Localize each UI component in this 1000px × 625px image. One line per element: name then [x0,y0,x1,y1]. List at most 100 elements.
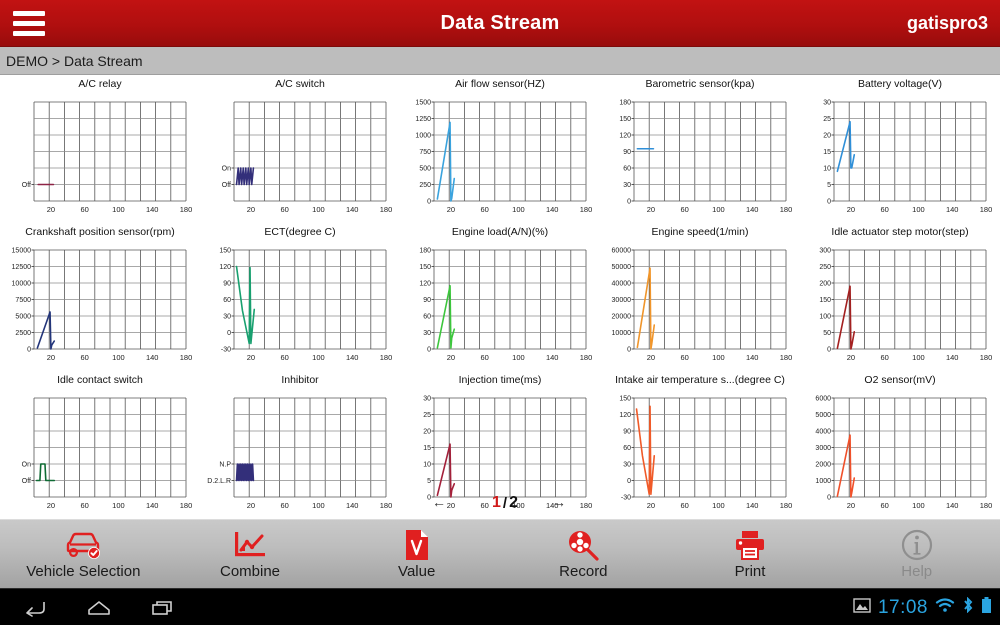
svg-text:90: 90 [423,297,431,304]
chart-cell[interactable]: ECT(degree C) -30 0 30 60 90 120 150 20 60 100 140 1… [200,223,400,371]
svg-text:7500: 7500 [15,297,31,304]
chart-cell[interactable]: Engine load(A/N)(%) 0 30 60 90 120 150 180 20 60 1… [400,223,600,371]
chart-plot: Off 20 60 100 140 180 [0,94,200,223]
chart-title: Battery voltage(V) [857,78,943,90]
svg-text:10: 10 [423,462,431,469]
chart-title: ECT(degree C) [264,226,336,238]
next-page-arrow[interactable]: → [552,494,566,510]
chart-title: Air flow sensor(HZ) [455,78,545,90]
chart-title: Engine speed(1/min) [651,226,749,238]
chart-cell[interactable]: A/C switch On Off 20 60 100 140 180 [200,75,400,223]
chart-cell[interactable]: O2 sensor(mV) 0 1000 2000 3000 4000 5000 6000 20… [800,371,1000,519]
svg-text:100: 100 [712,205,725,214]
svg-text:60: 60 [80,353,88,362]
toolbar-button-label: Vehicle Selection [26,563,141,580]
svg-text:10000: 10000 [612,330,632,337]
svg-text:100: 100 [312,205,325,214]
svg-text:0: 0 [27,347,31,354]
toolbar-button-combine[interactable]: Combine [167,520,334,588]
svg-text:60: 60 [80,205,88,214]
chart-cell[interactable]: Battery voltage(V) 0 5 10 15 20 25 30 20 60 100 140… [800,75,1000,223]
svg-text:180: 180 [780,353,793,362]
breadcrumb[interactable]: DEMO > Data Stream [0,47,1000,75]
svg-text:5: 5 [827,182,831,189]
svg-text:60: 60 [680,353,688,362]
chart-title: Intake air temperature s...(degree C) [615,374,785,386]
svg-text:200: 200 [819,281,831,288]
svg-text:20: 20 [647,501,655,510]
record-reel-search-icon [566,528,600,562]
svg-text:5: 5 [427,478,431,485]
svg-text:60000: 60000 [612,248,632,255]
svg-text:140: 140 [946,205,959,214]
svg-text:10000: 10000 [12,281,32,288]
svg-text:120: 120 [419,281,431,288]
svg-text:0: 0 [427,347,431,354]
chart-cell[interactable]: Engine speed(1/min) 0 10000 20000 30000 40000… [600,223,800,371]
svg-text:180: 180 [619,100,631,107]
prev-page-arrow[interactable]: ← [432,494,446,510]
svg-text:60: 60 [280,353,288,362]
toolbar-button-value[interactable]: Value [333,520,500,588]
chart-title: Crankshaft position sensor(rpm) [25,226,175,238]
image-icon [853,597,871,618]
svg-text:5000: 5000 [15,314,31,321]
chart-plot: -30 0 30 60 90 120 150 20 60 100 140 180 [200,242,400,371]
chart-plot: 0 10000 20000 30000 40000 50000 60000 20 60 100 14… [600,242,800,371]
svg-text:20000: 20000 [612,314,632,321]
battery-icon [981,596,992,619]
chart-cell[interactable]: Intake air temperature s...(degree C) -30… [600,371,800,519]
chart-cell[interactable]: Inhibitor N.P D.2.L.R 20 60 100 140 180 [200,371,400,519]
chart-cell[interactable]: Barometric sensor(kpa) 0 30 60 90 120 150 180 20… [600,75,800,223]
toolbar-button-label: Help [901,563,933,580]
toolbar-button-print[interactable]: Print [667,520,834,588]
svg-text:20: 20 [247,205,255,214]
svg-text:150: 150 [619,116,631,123]
chart-cell[interactable]: Crankshaft position sensor(rpm) 0 2500 5000… [0,223,200,371]
svg-text:150: 150 [419,264,431,271]
svg-text:Off: Off [22,182,31,189]
chart-cell[interactable]: A/C relay Off 20 60 100 140 180 [0,75,200,223]
chart-cell[interactable]: Air flow sensor(HZ) 0 250 500 750 1000 1250 150… [400,75,600,223]
svg-text:30: 30 [423,396,431,403]
chart-plot: 0 30 60 90 120 150 180 20 60 100 140 180 [600,94,800,223]
svg-text:20: 20 [847,501,855,510]
svg-text:15: 15 [423,445,431,452]
svg-text:100: 100 [312,353,325,362]
svg-text:60: 60 [80,501,88,510]
title-bar: Data Stream gatispro3 [0,0,1000,47]
toolbar-button-vehicle-selection[interactable]: Vehicle Selection [0,520,167,588]
hamburger-menu-icon[interactable] [10,6,48,40]
chart-cell[interactable]: Idle actuator step motor(step) 0 50 100 150 2… [800,223,1000,371]
car-check-icon [63,528,103,562]
svg-text:140: 140 [146,205,159,214]
svg-text:250: 250 [419,182,431,189]
svg-text:120: 120 [619,412,631,419]
toolbar-button-record[interactable]: Record [500,520,667,588]
svg-text:60: 60 [623,445,631,452]
svg-text:Off: Off [22,478,31,485]
svg-text:0: 0 [627,347,631,354]
home-icon[interactable] [86,595,112,621]
chart-plot: 0 2500 5000 7500 10000 12500 15000 20 60 100 140 18… [0,242,200,371]
svg-text:1000: 1000 [815,478,831,485]
chart-plot: -30 0 30 60 90 120 150 20 60 100 140 180 [600,390,800,519]
svg-text:60: 60 [423,314,431,321]
svg-text:90: 90 [623,149,631,156]
chart-cell[interactable]: Idle contact switch On Off 20 60 100 140 180 [0,371,200,519]
svg-text:140: 140 [746,501,759,510]
svg-text:12500: 12500 [12,264,32,271]
svg-text:20: 20 [847,353,855,362]
svg-text:0: 0 [427,199,431,206]
toolbar-button-help[interactable]: Help [833,520,1000,588]
svg-text:180: 180 [380,353,393,362]
svg-text:20: 20 [47,501,55,510]
svg-text:3000: 3000 [815,445,831,452]
chart-title: A/C relay [78,78,122,90]
svg-text:40000: 40000 [612,281,632,288]
app-root: Data Stream gatispro3 DEMO > Data Stream… [0,0,1000,625]
recent-apps-icon[interactable] [150,595,176,621]
svg-text:1000: 1000 [415,133,431,140]
back-arrow-icon[interactable] [22,595,48,621]
svg-text:90: 90 [623,429,631,436]
